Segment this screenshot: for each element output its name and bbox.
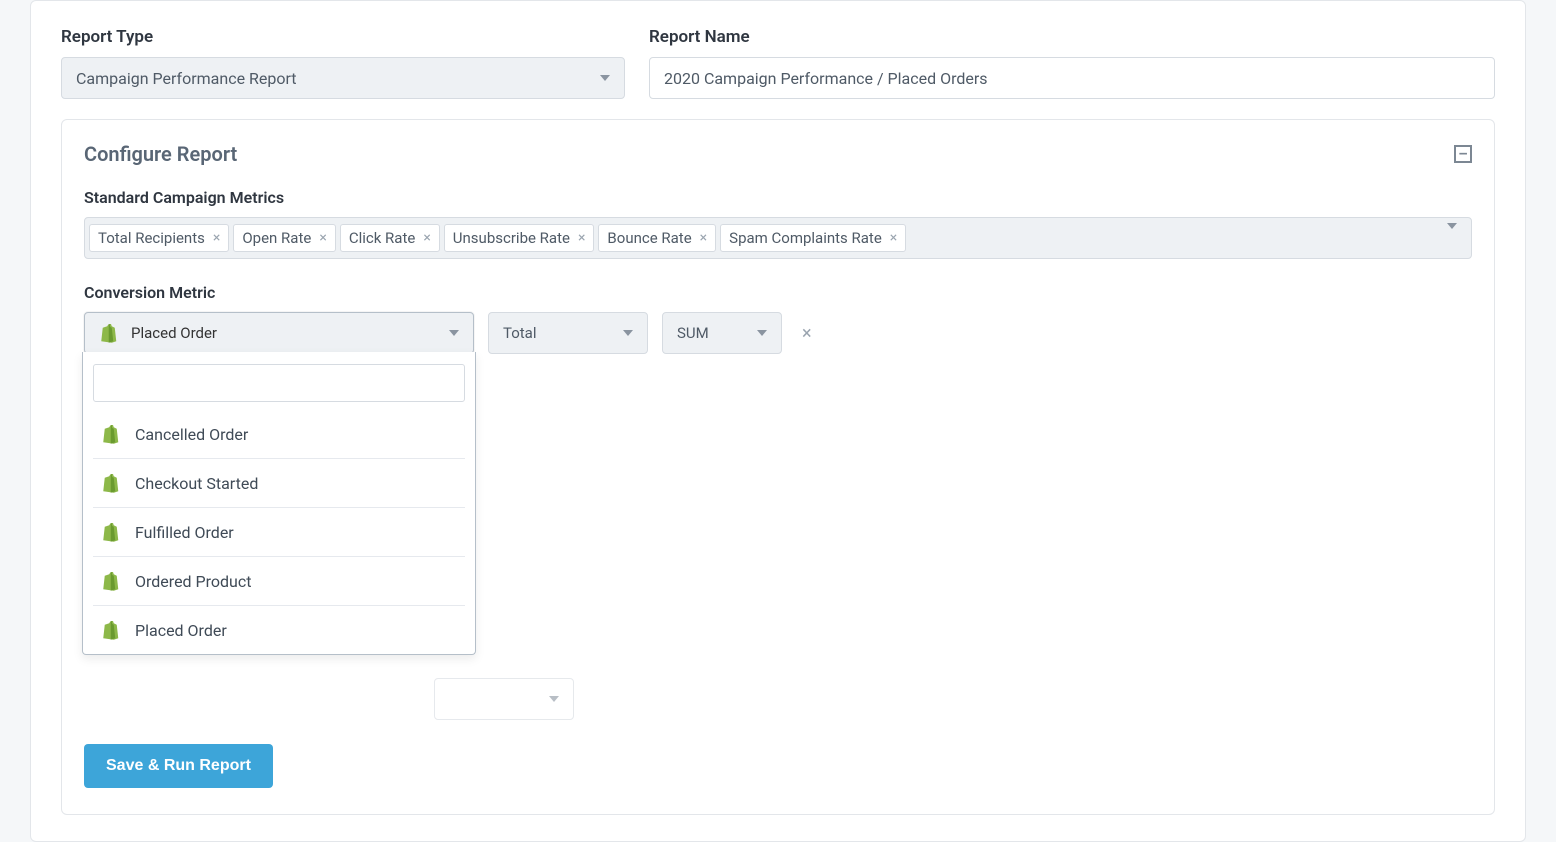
metric-tag: Total Recipients × [89,224,229,252]
remove-tag-icon[interactable]: × [700,230,707,246]
conversion-metric-label: Conversion Metric [84,283,1472,302]
option-label: Ordered Product [135,572,251,591]
report-type-field: Report Type Campaign Performance Report [61,27,625,99]
aggregation-value: SUM [677,324,709,342]
remove-tag-icon[interactable]: × [423,230,430,246]
clear-conversion-button[interactable]: × [796,323,818,344]
tag-label: Click Rate [349,229,416,247]
dropdown-option[interactable]: Placed Order [93,605,465,654]
tag-label: Unsubscribe Rate [453,229,570,247]
tag-label: Spam Complaints Rate [729,229,882,247]
shopify-icon [101,473,119,493]
dropdown-option[interactable]: Checkout Started [93,458,465,507]
tag-label: Bounce Rate [607,229,691,247]
report-type-select[interactable]: Campaign Performance Report [61,57,625,99]
conversion-metric-wrap: Placed Order Cancelled Order Checkout St… [84,312,474,354]
dropdown-option[interactable]: Fulfilled Order [93,507,465,556]
standard-metrics-label: Standard Campaign Metrics [84,188,1472,207]
shopify-icon [101,620,119,640]
report-name-value: 2020 Campaign Performance / Placed Order… [664,69,988,88]
metric-tag: Bounce Rate × [598,224,716,252]
secondary-row [84,678,1472,720]
dropdown-search-input[interactable] [93,364,465,402]
conversion-metric-select[interactable]: Placed Order [84,312,474,354]
shopify-icon [101,522,119,542]
configure-section: Configure Report – Standard Campaign Met… [61,119,1495,815]
minus-icon: – [1458,145,1467,163]
tags-dropdown-toggle[interactable] [1447,229,1457,247]
remove-tag-icon[interactable]: × [319,230,326,246]
shopify-icon [101,571,119,591]
save-run-label: Save & Run Report [106,757,251,774]
tag-label: Total Recipients [98,229,205,247]
metric-tag: Spam Complaints Rate × [720,224,906,252]
collapse-button[interactable]: – [1454,145,1472,163]
save-run-button[interactable]: Save & Run Report [84,744,273,788]
chevron-down-icon [449,330,459,336]
metric-tag: Unsubscribe Rate × [444,224,595,252]
aggregation-select-total[interactable]: Total [488,312,648,354]
configure-title: Configure Report [84,142,237,166]
dropdown-option[interactable]: Cancelled Order [93,410,465,458]
configure-header: Configure Report – [84,142,1472,166]
dropdown-options: Cancelled Order Checkout Started Fulfill… [93,410,465,654]
aggregation-select-sum[interactable]: SUM [662,312,782,354]
report-type-label: Report Type [61,27,625,47]
report-card: Report Type Campaign Performance Report … [30,0,1526,842]
metric-tag: Open Rate × [233,224,335,252]
chevron-down-icon [1447,223,1457,247]
chevron-down-icon [600,75,610,81]
shopify-icon [101,424,119,444]
chevron-down-icon [623,330,633,336]
option-label: Placed Order [135,621,227,640]
remove-tag-icon[interactable]: × [578,230,585,246]
report-name-input[interactable]: 2020 Campaign Performance / Placed Order… [649,57,1495,99]
report-name-field: Report Name 2020 Campaign Performance / … [649,27,1495,99]
remove-tag-icon[interactable]: × [890,230,897,246]
shopify-icon [99,323,117,343]
report-name-label: Report Name [649,27,1495,47]
dropdown-option[interactable]: Ordered Product [93,556,465,605]
chevron-down-icon [757,330,767,336]
tag-label: Open Rate [242,229,311,247]
metric-tag: Click Rate × [340,224,440,252]
conversion-row: Placed Order Cancelled Order Checkout St… [84,312,1472,354]
aggregation-value: Total [503,324,537,342]
standard-metrics-tags[interactable]: Total Recipients × Open Rate × Click Rate ×… [84,217,1472,259]
secondary-select[interactable] [434,678,574,720]
top-row: Report Type Campaign Performance Report … [61,27,1495,99]
report-type-value: Campaign Performance Report [76,69,297,88]
option-label: Fulfilled Order [135,523,234,542]
conversion-metric-value: Placed Order [131,324,217,342]
conversion-metric-dropdown: Cancelled Order Checkout Started Fulfill… [82,352,476,655]
chevron-down-icon [549,696,559,702]
remove-tag-icon[interactable]: × [213,230,220,246]
option-label: Checkout Started [135,474,258,493]
option-label: Cancelled Order [135,425,248,444]
